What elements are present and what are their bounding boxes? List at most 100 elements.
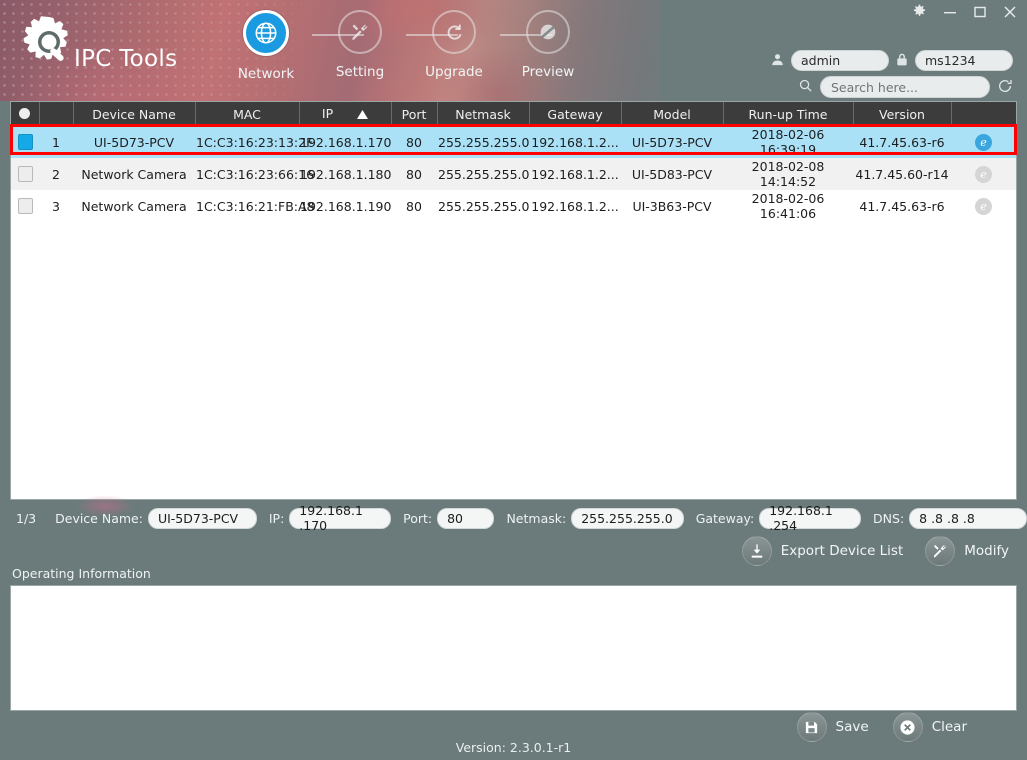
table-body: 1 UI-5D73-PCV 1C:C3:16:23:13:2F 192.168.… bbox=[11, 126, 1016, 222]
ie-browser-icon[interactable]: e bbox=[975, 166, 992, 183]
gear-magnifier-icon bbox=[18, 14, 80, 76]
lock-icon bbox=[895, 52, 909, 70]
row-checkbox[interactable] bbox=[18, 166, 33, 182]
version-header[interactable]: Version bbox=[853, 102, 951, 126]
nav-label-preview: Preview bbox=[500, 64, 596, 80]
row-model: UI-3B63-PCV bbox=[621, 190, 723, 222]
netmask-input[interactable]: 255.255.255.0 bbox=[571, 508, 683, 529]
refresh-circle-icon[interactable] bbox=[997, 78, 1013, 97]
download-icon bbox=[742, 536, 772, 566]
ip-header-label: IP bbox=[322, 106, 333, 121]
model-header[interactable]: Model bbox=[621, 102, 723, 126]
row-netmask: 255.255.255.0 bbox=[437, 126, 529, 158]
row-port: 80 bbox=[391, 190, 437, 222]
row-runup-time: 2018-02-06 16:41:06 bbox=[723, 190, 853, 222]
modify-label: Modify bbox=[964, 543, 1009, 559]
device-name-input[interactable]: UI-5D73-PCV bbox=[148, 508, 257, 529]
export-device-list-label: Export Device List bbox=[781, 543, 904, 559]
record-counter: 1/3 bbox=[16, 511, 55, 526]
close-icon[interactable] bbox=[1003, 5, 1017, 21]
globe-icon bbox=[243, 10, 289, 56]
runup-time-header[interactable]: Run-up Time bbox=[723, 102, 853, 126]
device-name-header[interactable]: Device Name bbox=[73, 102, 195, 126]
ie-browser-icon[interactable]: e bbox=[975, 198, 992, 215]
row-runup-time: 2018-02-06 16:39:19 bbox=[723, 126, 853, 158]
action-buttons: Export Device List Modify bbox=[742, 536, 1009, 566]
row-mac: 1C:C3:16:23:13:2F bbox=[195, 126, 299, 158]
bottom-action-buttons: Save Clear bbox=[797, 712, 967, 742]
app-header-banner: IPC Tools Network bbox=[0, 0, 1027, 101]
row-checkbox-cell[interactable] bbox=[11, 126, 39, 158]
dns-input[interactable]: 8 .8 .8 .8 bbox=[909, 508, 1027, 529]
row-version: 41.7.45.63-r6 bbox=[853, 190, 951, 222]
row-runup-time: 2018-02-08 14:14:52 bbox=[723, 158, 853, 190]
save-button[interactable]: Save bbox=[797, 712, 869, 742]
user-icon bbox=[770, 52, 785, 70]
port-label: Port: bbox=[403, 511, 432, 526]
row-link-cell[interactable]: e bbox=[951, 126, 1016, 158]
gateway-header[interactable]: Gateway bbox=[529, 102, 621, 126]
select-all-header[interactable] bbox=[11, 102, 39, 126]
row-index: 2 bbox=[39, 158, 73, 190]
netmask-header[interactable]: Netmask bbox=[437, 102, 529, 126]
row-port: 80 bbox=[391, 158, 437, 190]
clear-button[interactable]: Clear bbox=[893, 712, 967, 742]
tools-icon bbox=[338, 10, 382, 54]
nav-label-upgrade: Upgrade bbox=[406, 64, 502, 80]
search-row: Search here... bbox=[798, 76, 1013, 98]
operating-information-box[interactable] bbox=[10, 585, 1017, 711]
table-header: Device Name MAC IP Port Netmask Gateway … bbox=[11, 102, 1016, 126]
table-row[interactable]: 3 Network Camera 1C:C3:16:21:FB:A8 192.1… bbox=[11, 190, 1016, 222]
window-controls bbox=[912, 4, 1017, 21]
row-gateway: 192.168.1.2... bbox=[529, 158, 621, 190]
close-circle-icon bbox=[893, 712, 923, 742]
link-header bbox=[951, 102, 1016, 126]
row-checkbox-cell[interactable] bbox=[11, 158, 39, 190]
nav-item-preview[interactable]: Preview bbox=[500, 10, 596, 80]
table-header-row: Device Name MAC IP Port Netmask Gateway … bbox=[11, 102, 1016, 126]
nav-label-setting: Setting bbox=[312, 64, 408, 80]
port-header[interactable]: Port bbox=[391, 102, 437, 126]
nav-item-setting[interactable]: Setting bbox=[312, 10, 408, 80]
maximize-icon[interactable] bbox=[973, 5, 987, 21]
ip-label: IP: bbox=[269, 511, 284, 526]
ip-header[interactable]: IP bbox=[299, 102, 391, 126]
device-table-container[interactable]: Device Name MAC IP Port Netmask Gateway … bbox=[10, 101, 1017, 500]
row-checkbox[interactable] bbox=[18, 134, 33, 150]
minimize-icon[interactable] bbox=[943, 5, 957, 21]
netmask-label: Netmask: bbox=[506, 511, 566, 526]
username-input[interactable]: admin bbox=[791, 50, 889, 71]
row-link-cell[interactable]: e bbox=[951, 158, 1016, 190]
device-form-row: 1/3 Device Name: UI-5D73-PCV IP: 192.168… bbox=[0, 505, 1027, 531]
save-label: Save bbox=[836, 719, 869, 735]
table-row[interactable]: 1 UI-5D73-PCV 1C:C3:16:23:13:2F 192.168.… bbox=[11, 126, 1016, 158]
table-row[interactable]: 2 Network Camera 1C:C3:16:23:66:16 192.1… bbox=[11, 158, 1016, 190]
index-header bbox=[39, 102, 73, 126]
port-input[interactable]: 80 bbox=[437, 508, 494, 529]
gear-icon[interactable] bbox=[912, 4, 927, 21]
device-name-label: Device Name: bbox=[55, 511, 143, 526]
nav-item-network[interactable]: Network bbox=[218, 10, 314, 82]
row-link-cell[interactable]: e bbox=[951, 190, 1016, 222]
row-checkbox-cell[interactable] bbox=[11, 190, 39, 222]
row-checkbox[interactable] bbox=[18, 198, 33, 214]
ie-browser-icon[interactable]: e bbox=[975, 134, 992, 151]
search-icon[interactable] bbox=[798, 78, 813, 96]
export-device-list-button[interactable]: Export Device List bbox=[742, 536, 904, 566]
radio-circle-icon[interactable] bbox=[19, 108, 30, 119]
row-port: 80 bbox=[391, 126, 437, 158]
password-input[interactable]: ms1234 bbox=[915, 50, 1013, 71]
row-index: 1 bbox=[39, 126, 73, 158]
nav-item-upgrade[interactable]: Upgrade bbox=[406, 10, 502, 80]
mac-header[interactable]: MAC bbox=[195, 102, 299, 126]
row-device-name: Network Camera bbox=[73, 158, 195, 190]
search-input[interactable]: Search here... bbox=[820, 76, 990, 98]
clear-label: Clear bbox=[932, 719, 967, 735]
gateway-input[interactable]: 192.168.1 .254 bbox=[759, 508, 861, 529]
navigation-steps: Network Setting Upgrade bbox=[236, 10, 596, 94]
ip-input[interactable]: 192.168.1 .170 bbox=[289, 508, 391, 529]
row-ip: 192.168.1.180 bbox=[299, 158, 391, 190]
row-ip: 192.168.1.190 bbox=[299, 190, 391, 222]
modify-button[interactable]: Modify bbox=[925, 536, 1009, 566]
row-model: UI-5D83-PCV bbox=[621, 158, 723, 190]
